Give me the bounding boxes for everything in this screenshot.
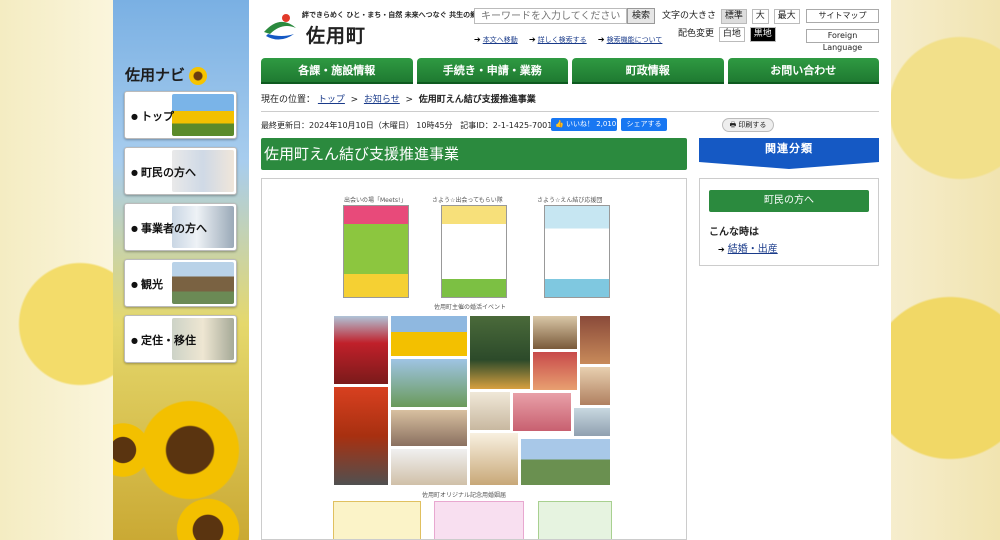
cake-photo [469,432,519,486]
sitemap-link[interactable]: サイトマップ [806,9,879,23]
main-page: 絆できらめく ひと・まち・自然 未来へつなぐ 共生の郷 佐用町 検索 本文へ移動… [249,0,891,540]
color-change-control: 配色変更 白地 黒地 [678,26,776,42]
sweets-photo [579,366,611,406]
site-tagline: 絆できらめく ひと・まち・自然 未来へつなぐ 共生の郷 [302,11,478,19]
drinks-photo [512,392,572,432]
nav-item-tourism[interactable]: 観光 [124,259,237,307]
color-white-button[interactable]: 白地 [718,27,745,42]
foreign-language-link[interactable]: Foreign Language [806,29,879,52]
nav-item-business[interactable]: 事業者の方へ [124,203,237,251]
tea-set-photo [390,448,468,486]
color-black-button[interactable]: 黒地 [749,27,776,42]
table-photo [573,407,611,437]
sunflower-icon [189,66,208,85]
article-id: 記事ID：2-1-1425-7001 [460,121,553,130]
search-help-link[interactable]: 検索機能について [598,36,663,44]
facebook-share-button[interactable]: シェアする [621,118,667,131]
search-button[interactable]: 検索 [627,8,655,24]
landscape-photo [390,358,468,408]
flyer-caption: さよう☆出会ってもらい隊 [432,197,503,204]
event-caption: 佐用町主催の婚活イベント [434,304,507,311]
nav-item-settlement[interactable]: 定住・移住 [124,315,237,363]
town-emblem-icon [264,14,296,40]
marriage-certificate-image[interactable] [538,501,612,539]
dish-photo [532,351,578,391]
site-logo[interactable]: 絆できらめく ひと・まち・自然 未来へつなぐ 共生の郷 佐用町 [262,10,482,47]
marriage-birth-link[interactable]: 結婚・出産 [718,240,778,255]
flyer-caption: さよう☆えん結び応援団 [537,197,603,204]
site-name: 佐用町 [306,25,367,47]
gnav-contact[interactable]: お問い合わせ [727,58,879,84]
printer-icon: 🖶 [729,121,737,129]
category-residents-button[interactable]: 町民の方へ [709,190,869,212]
breadcrumb-current: 佐用町えん結び支援推進事業 [418,95,536,105]
dessert-photo [579,315,611,365]
townscape-image [172,262,234,304]
font-size-large-button[interactable]: 大 [751,9,769,24]
print-button[interactable]: 🖶 印刷する [722,118,774,132]
font-size-control: 文字の大きさ 標準 大 最大 [662,8,800,24]
gnav-procedures[interactable]: 手続き・申請・業務 [416,58,568,84]
train-photo [333,315,389,385]
nav-item-residents[interactable]: 町民の方へ [124,147,237,195]
font-size-standard-button[interactable]: 標準 [720,9,747,24]
sunflower-field-image [172,94,234,136]
related-category-box: 町民の方へ こんな時は 結婚・出産 [699,178,879,266]
search-input[interactable] [474,8,627,24]
divider [261,111,879,112]
sunflower-photo [390,315,468,357]
marriage-certificate-image[interactable] [434,501,524,539]
food-photo [532,315,578,350]
restaurant-photo [390,409,468,447]
breadcrumb-news-link[interactable]: お知らせ [364,95,400,105]
gnav-administration[interactable]: 町政情報 [572,58,724,84]
observatory-photo [520,438,611,486]
when-label: こんな時は [709,227,759,238]
deai-flyer-image[interactable] [441,205,507,298]
page-title: 佐用町えん結び支援推進事業 [261,138,687,170]
font-size-max-button[interactable]: 最大 [773,9,800,24]
advanced-search-link[interactable]: 詳しく検索する [529,36,587,44]
certificate-caption: 佐用町オリジナル記念用婚姻届 [422,492,507,499]
facebook-like-button[interactable]: 👍 いいね！ 2,010 [551,118,617,131]
header-links: 本文へ移動 詳しく検索する 検索機能について [474,35,671,45]
nav-item-top[interactable]: トップ [124,91,237,139]
breadcrumb-top-link[interactable]: トップ [318,95,345,105]
article-content: 出会いの場「Meets!」 さよう☆出会ってもらい隊 さよう☆えん結び応援団 佐… [261,178,687,540]
left-nav: 佐用ナビ トップ 町民の方へ 事業者の方へ 観光 定住・移住 [113,0,249,540]
global-nav: 各課・施設情報 手続き・申請・業務 町政情報 お問い合わせ [261,58,879,84]
nav-title: 佐用ナビ [125,64,208,85]
gnav-departments[interactable]: 各課・施設情報 [261,58,413,84]
flyer-caption: 出会いの場「Meets!」 [344,197,407,204]
autumn-leaves-photo [333,386,389,486]
breadcrumb: 現在の位置： トップ > お知らせ > 佐用町えん結び支援推進事業 [261,95,536,105]
christmas-tree-photo [469,315,531,390]
cafe-photo [469,391,511,431]
marriage-certificate-image[interactable] [333,501,421,539]
article-meta: 最終更新日：2024年10月10日（木曜日） 10時45分 記事ID：2-1-1… [261,120,552,131]
skip-to-content-link[interactable]: 本文へ移動 [474,36,518,44]
like-count: 2,010 [596,120,617,128]
oendan-flyer-image[interactable] [544,205,610,298]
related-category-heading: 関連分類 [699,138,879,169]
updated-date: 最終更新日：2024年10月10日（木曜日） 10時45分 [261,121,453,130]
meets-flyer-image[interactable] [343,205,409,298]
